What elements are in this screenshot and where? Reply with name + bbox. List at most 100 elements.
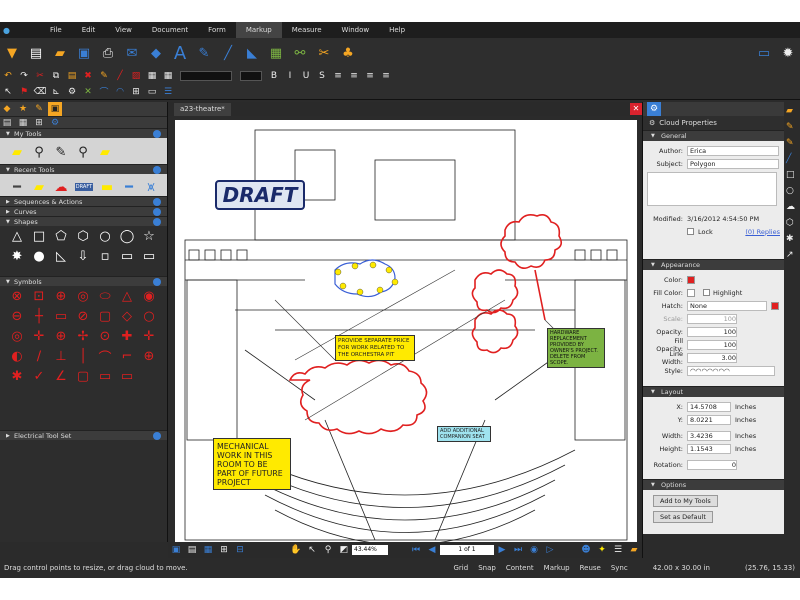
pencil-tool-icon[interactable]: ✎ xyxy=(53,144,69,160)
side-star-icon[interactable]: ✱ xyxy=(786,234,798,246)
companion-seat-note[interactable]: ADD ADDITIONAL COMPANION SEAT xyxy=(437,426,491,442)
hatch-select[interactable]: None xyxy=(687,300,767,311)
font-select[interactable] xyxy=(180,71,232,81)
menu-markup[interactable]: Markup xyxy=(235,22,282,38)
wide-rect-shape-icon[interactable]: ▭ xyxy=(141,248,157,264)
recent-tools-gear-icon[interactable] xyxy=(153,166,161,174)
scale-field[interactable]: 100 xyxy=(687,313,737,324)
note-tool-icon[interactable]: ▰ xyxy=(9,144,25,160)
stamp-tool-icon[interactable]: ♣ xyxy=(339,44,357,62)
long-box-symbol-icon[interactable]: ▭ xyxy=(119,368,135,384)
page-number-field[interactable]: 1 of 1 xyxy=(440,545,494,555)
two-page-icon[interactable]: ▦ xyxy=(202,544,214,556)
hatch-icon[interactable]: ▦ xyxy=(146,70,158,82)
content-toggle[interactable]: Content xyxy=(506,564,534,572)
opacity-field[interactable]: 100 xyxy=(687,326,737,337)
arc-icon[interactable]: ◠ xyxy=(114,86,126,98)
italic-icon[interactable]: I xyxy=(284,70,296,82)
menu-form[interactable]: Form xyxy=(198,22,236,38)
bullseye-symbol-icon[interactable]: ⊕ xyxy=(53,328,69,344)
redo-icon[interactable]: ↷ xyxy=(18,70,30,82)
snap-icon[interactable]: ⊞ xyxy=(130,86,142,98)
appearance-section-header[interactable]: ▼ Appearance xyxy=(643,259,784,270)
shapes-header[interactable]: ▼ Shapes xyxy=(0,216,167,226)
arrow-shape-icon[interactable]: ⇩ xyxy=(75,248,91,264)
pentagon-shape-icon[interactable]: ⬠ xyxy=(53,228,69,244)
datum-symbol-icon[interactable]: ⊙ xyxy=(97,328,113,344)
next-page-icon[interactable]: ▶ xyxy=(496,544,508,556)
scale-symbol-icon[interactable]: ▭ xyxy=(53,308,69,324)
color-swatch[interactable] xyxy=(687,275,695,284)
attach-tool-icon[interactable]: ✂ xyxy=(315,44,333,62)
shapes-gear-icon[interactable] xyxy=(153,218,161,226)
share-icon[interactable]: ◆ xyxy=(147,44,165,62)
select-arrow-icon[interactable]: ↖ xyxy=(2,86,14,98)
format-paint-icon[interactable]: ✎ xyxy=(98,70,110,82)
forward-view-icon[interactable]: ▷ xyxy=(544,544,556,556)
select-tool-icon[interactable]: ↖ xyxy=(306,544,318,556)
revision-symbol-icon[interactable]: △ xyxy=(119,288,135,304)
highlighter-tool-icon[interactable]: ⚲ xyxy=(31,144,47,160)
width-field[interactable]: 3.4236 xyxy=(687,430,731,441)
elevation-symbol-icon[interactable]: ◎ xyxy=(75,288,91,304)
zoom-tool-icon[interactable]: ⚲ xyxy=(322,544,334,556)
markups-tab-icon[interactable]: ✎ xyxy=(32,102,46,116)
menu-file[interactable]: File xyxy=(40,22,72,38)
octagon-shape-icon[interactable]: ○ xyxy=(97,228,113,244)
curves-gear-icon[interactable] xyxy=(153,208,161,216)
replies-link[interactable]: (0) Replies xyxy=(745,228,780,236)
settings-gear-icon[interactable]: ✹ xyxy=(779,44,797,62)
line-width-field[interactable]: 3.00 xyxy=(687,352,737,363)
align-right-icon[interactable]: ≡ xyxy=(364,70,376,82)
star-shape-icon[interactable]: ☆ xyxy=(141,228,157,244)
highlight-checkbox[interactable] xyxy=(703,289,710,296)
prev-page-icon[interactable]: ◀ xyxy=(426,544,438,556)
column-symbol-icon[interactable]: ◇ xyxy=(119,308,135,324)
last-page-icon[interactable]: ⏭ xyxy=(512,544,524,556)
hexagon-shape-icon[interactable]: ⬡ xyxy=(75,228,91,244)
burst-shape-icon[interactable]: ✸ xyxy=(9,248,25,264)
lock-icon[interactable]: ▰ xyxy=(628,544,640,556)
side-marker-icon[interactable]: ✎ xyxy=(786,138,798,150)
plus-symbol-icon[interactable]: ⊕ xyxy=(141,348,157,364)
pen-tool-icon[interactable]: ✎ xyxy=(195,44,213,62)
mechanical-work-note[interactable]: MECHANICAL WORK IN THIS ROOM TO BE PART … xyxy=(213,438,291,490)
side-arrow-icon[interactable]: ↗ xyxy=(786,250,798,262)
check-symbol-icon[interactable]: ✓ xyxy=(31,368,47,384)
rectangle-shape-icon[interactable]: ▭ xyxy=(119,248,135,264)
cut-icon[interactable]: ✂ xyxy=(34,70,46,82)
star-symbol-icon[interactable]: ✱ xyxy=(9,368,25,384)
recent-line-icon[interactable]: ━ xyxy=(9,179,25,195)
back-view-icon[interactable]: ◉ xyxy=(528,544,540,556)
monitor-icon[interactable]: ▭ xyxy=(755,44,773,62)
window-symbol-icon[interactable]: ⬭ xyxy=(97,288,113,304)
hatch-color-swatch[interactable] xyxy=(771,301,779,310)
recent-highlight-icon[interactable]: ▬ xyxy=(99,179,115,195)
detail-symbol-icon[interactable]: ⊕ xyxy=(53,288,69,304)
line-tool-icon[interactable]: ╱ xyxy=(219,44,237,62)
set-as-default-button[interactable]: Set as Default xyxy=(653,511,713,523)
gear-small-icon[interactable]: ⚙ xyxy=(66,86,78,98)
justify-icon[interactable]: ≡ xyxy=(380,70,392,82)
side-cloud-icon[interactable]: ☁ xyxy=(786,202,798,214)
electrical-header[interactable]: ▶ Electrical Tool Set xyxy=(0,430,167,440)
grid-symbol-icon[interactable]: ⊘ xyxy=(75,308,91,324)
cut-symbol-icon[interactable]: ✚ xyxy=(119,328,135,344)
single-page-icon[interactable]: ▣ xyxy=(170,544,182,556)
menu-measure[interactable]: Measure xyxy=(282,22,332,38)
sequences-header[interactable]: ▶ Sequences & Actions xyxy=(0,196,167,206)
tag-symbol-icon[interactable]: ▢ xyxy=(97,308,113,324)
continuous-icon[interactable]: ▤ xyxy=(186,544,198,556)
strike-icon[interactable]: S xyxy=(316,70,328,82)
undo-icon[interactable]: ↶ xyxy=(2,70,14,82)
split-icon[interactable]: ⊞ xyxy=(218,544,230,556)
sync-toggle[interactable]: Sync xyxy=(611,564,628,572)
my-tools-gear-icon[interactable] xyxy=(153,130,161,138)
sticky-tool-icon[interactable]: ▰ xyxy=(97,144,113,160)
close-document-icon[interactable]: ✕ xyxy=(630,103,642,115)
subject-field[interactable]: Polygon xyxy=(687,158,779,169)
angle-symbol-icon[interactable]: ∠ xyxy=(53,368,69,384)
target-symbol-icon[interactable]: ◎ xyxy=(9,328,25,344)
underline-icon[interactable]: U xyxy=(300,70,312,82)
layers-icon[interactable]: ☰ xyxy=(612,544,624,556)
